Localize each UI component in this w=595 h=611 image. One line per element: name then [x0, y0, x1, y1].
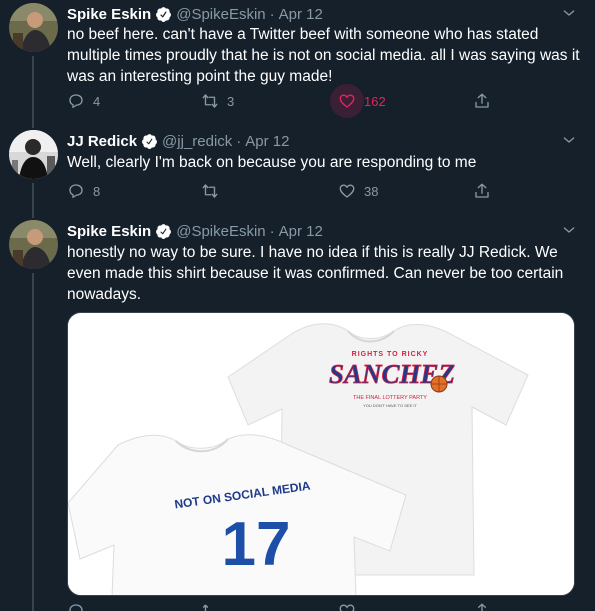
retweet-button[interactable]: 3	[201, 89, 234, 113]
thread-line	[32, 273, 34, 611]
reply-count: 8	[93, 183, 101, 199]
back-shirt-top-line: RIGHTS TO RICKY	[352, 351, 429, 358]
tweet-header: Spike Eskin @SpikeEskin · Apr 12	[67, 3, 323, 25]
reply-icon	[69, 94, 83, 109]
retweet-icon	[202, 184, 218, 198]
separator-dot: ·	[269, 222, 275, 240]
retweet-icon[interactable]	[201, 602, 219, 611]
tweet-date[interactable]: Apr 12	[245, 133, 289, 150]
display-name[interactable]: Spike Eskin	[67, 223, 151, 240]
separator-dot: ·	[269, 5, 275, 23]
tweet-2[interactable]: JJ Redick @jj_redick · Apr 12 Well, clea…	[0, 120, 595, 210]
tweet-text: honestly no way to be sure. I have no id…	[67, 244, 564, 303]
tweet-text: no beef here. can't have a Twitter beef …	[67, 26, 580, 85]
tweet-text: Well, clearly I'm back on because you ar…	[67, 154, 477, 171]
like-icon	[339, 94, 355, 108]
caret-down-icon[interactable]	[561, 132, 577, 148]
share-button[interactable]	[473, 89, 499, 113]
separator-dot: ·	[236, 132, 242, 150]
back-shirt-subtitle: THE FINAL LOTTERY PARTY	[353, 395, 427, 401]
reply-icon[interactable]	[67, 602, 85, 611]
like-count: 162	[364, 93, 386, 109]
share-button[interactable]	[473, 179, 499, 203]
avatar[interactable]	[9, 3, 58, 52]
display-name[interactable]: Spike Eskin	[67, 6, 151, 23]
like-count: 38	[364, 183, 379, 199]
like-button[interactable]: 162	[330, 84, 386, 118]
tweet-1[interactable]: Spike Eskin @SpikeEskin · Apr 12 no beef…	[0, 0, 595, 120]
like-icon	[339, 184, 355, 198]
thread-line	[32, 120, 34, 128]
reply-count: 4	[93, 93, 101, 109]
caret-down-icon[interactable]	[561, 222, 577, 238]
tweet-date[interactable]: Apr 12	[279, 223, 323, 240]
like-button[interactable]: 38	[338, 179, 378, 203]
reply-button[interactable]: 4	[67, 89, 100, 113]
retweet-count: 3	[227, 93, 235, 109]
back-shirt-small-text: YOU DON'T HAVE TO SEE IT	[363, 403, 417, 408]
retweet-icon	[202, 94, 218, 108]
thread-line	[32, 210, 34, 218]
thread-line	[32, 56, 34, 120]
reply-button[interactable]: 8	[67, 179, 100, 203]
tweet-actions-partial	[67, 602, 497, 611]
tweet-header: JJ Redick @jj_redick · Apr 12	[67, 130, 290, 152]
retweet-button[interactable]	[201, 179, 227, 203]
tweet-header: Spike Eskin @SpikeEskin · Apr 12	[67, 220, 323, 242]
share-icon	[475, 183, 489, 198]
tweet-actions: 4 3 162	[67, 84, 499, 118]
front-shirt-number: 17	[222, 510, 291, 579]
avatar[interactable]	[9, 130, 58, 179]
tweet-media-image[interactable]: RIGHTS TO RICKY SANCHEZ THE FINAL LOTTER…	[67, 312, 575, 596]
share-icon[interactable]	[473, 602, 491, 611]
caret-down-icon[interactable]	[561, 5, 577, 21]
verified-icon	[156, 223, 172, 239]
share-icon	[475, 93, 489, 108]
display-name[interactable]: JJ Redick	[67, 133, 137, 150]
thread-line	[32, 183, 34, 210]
reply-icon	[69, 184, 83, 199]
like-icon[interactable]	[338, 602, 356, 611]
verified-icon	[156, 6, 172, 22]
user-handle[interactable]: @SpikeEskin	[176, 6, 265, 23]
user-handle[interactable]: @SpikeEskin	[176, 223, 265, 240]
tweet-date[interactable]: Apr 12	[279, 6, 323, 23]
user-handle[interactable]: @jj_redick	[162, 133, 232, 150]
avatar[interactable]	[9, 220, 58, 269]
verified-icon	[142, 133, 157, 149]
tweet-actions: 8 38	[67, 179, 497, 203]
